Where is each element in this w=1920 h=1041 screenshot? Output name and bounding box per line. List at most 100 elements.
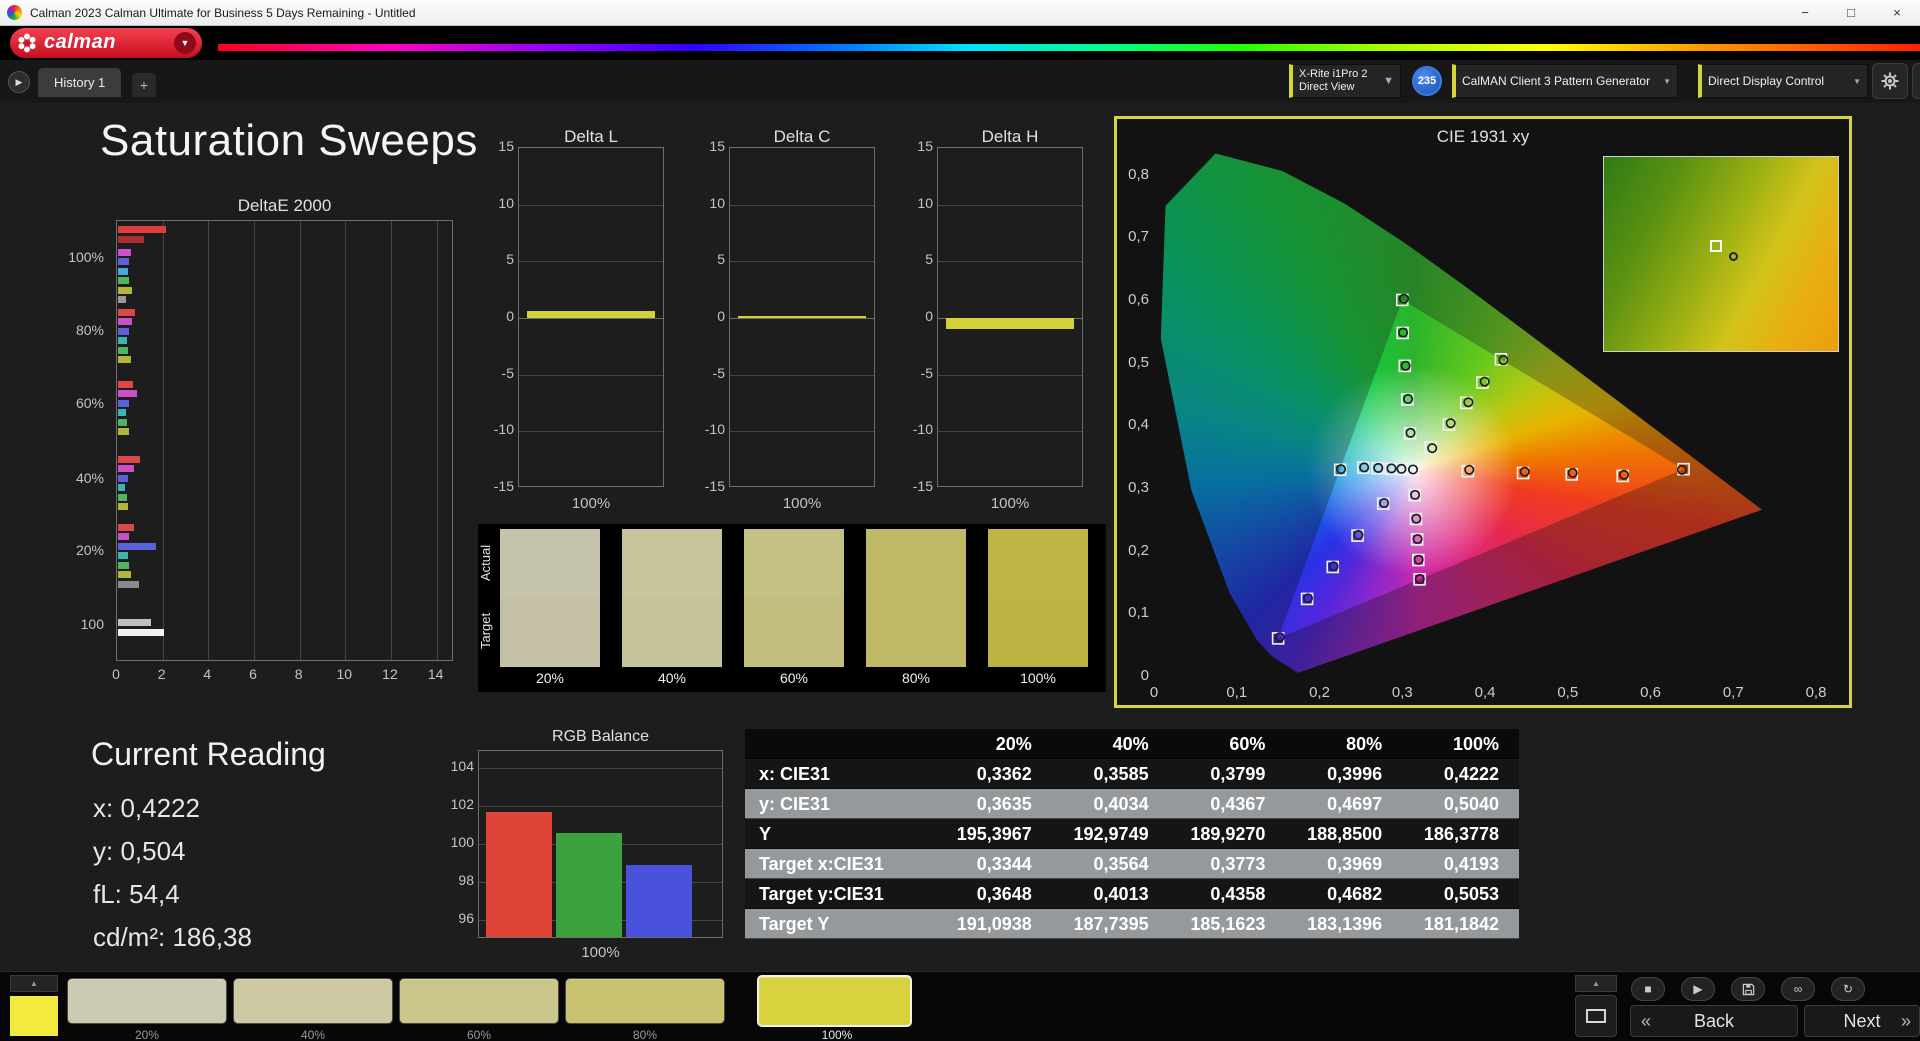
actual-swatch [744, 529, 844, 598]
y-tick-label: 0 [925, 308, 933, 324]
back-button[interactable]: « Back [1630, 1005, 1798, 1037]
table-cell: 185,1623 [1190, 914, 1266, 934]
delta-h-chart[interactable]: Delta H 15 10 5 0 -5 -10 -15 100% [895, 127, 1085, 527]
pattern-generator-dropdown[interactable]: CalMAN Client 3 Pattern Generator ▼ [1452, 64, 1678, 98]
deltae-bar [118, 619, 152, 626]
scroll-up-icon[interactable]: ▲ [10, 975, 58, 992]
pattern-thumb-40%[interactable] [233, 978, 393, 1024]
target-swatch [988, 598, 1088, 667]
deltae-bar [118, 428, 130, 435]
delta-l-chart[interactable]: Delta L 15 10 5 0 -5 -10 -15 100% [476, 127, 666, 527]
window-controls: − □ × [1782, 0, 1920, 25]
display-control-dropdown[interactable]: Direct Display Control ▼ [1698, 64, 1868, 98]
swatch-label: 60% [779, 670, 809, 686]
actual-swatch [866, 529, 966, 598]
deltae-bar [118, 318, 132, 325]
table-cell: 0,3585 [1093, 764, 1149, 784]
gridline [390, 221, 392, 660]
target-swatch [500, 598, 600, 667]
actual-swatch [622, 529, 722, 598]
chevron-down-icon[interactable]: ▼ [174, 32, 196, 54]
deltae-bar [118, 258, 130, 265]
inset-target-marker [1710, 240, 1723, 253]
maximize-button[interactable]: □ [1828, 0, 1874, 25]
minimize-button[interactable]: − [1782, 0, 1828, 25]
x-tick-label: 0,4 [1474, 684, 1496, 701]
measurement-table: 20% 40% 60% 80% 100% x: CIE31 0,3362 0,3585 0,37… [745, 729, 1519, 939]
pattern-thumb-60%[interactable] [399, 978, 559, 1024]
deltae-bar [118, 484, 125, 491]
save-button[interactable] [1731, 977, 1765, 1001]
refresh-button[interactable]: ↻ [1831, 977, 1865, 1001]
deltae-bar [118, 419, 128, 426]
target-row-label: Target [478, 612, 493, 650]
meter-selector-dropdown[interactable]: X-Rite i1Pro 2 Direct View ▼ [1289, 64, 1401, 98]
y-tick-label: 100 [80, 616, 104, 632]
pattern-thumb-100%[interactable] [757, 975, 912, 1027]
deltae-bar [118, 524, 134, 531]
partial-toolbar-button[interactable] [1912, 63, 1920, 99]
table-cell: 0,4697 [1327, 794, 1383, 814]
table-header-row: 20% 40% 60% 80% 100% [745, 729, 1519, 759]
close-button[interactable]: × [1874, 0, 1920, 25]
y-tick-label: 15 [498, 138, 514, 154]
deltae-bar [118, 571, 131, 578]
tab-history-1[interactable]: History 1 [38, 68, 122, 97]
add-tab-button[interactable]: + [132, 73, 156, 97]
chart-title: Delta C [773, 127, 831, 146]
gridline [519, 318, 663, 319]
settings-button[interactable] [1872, 63, 1908, 99]
y-tick-label: 0,8 [1128, 165, 1149, 183]
back-chevron-icon: « [1641, 1010, 1652, 1031]
link-button[interactable]: ∞ [1781, 977, 1815, 1001]
pattern-thumb-20%[interactable] [67, 978, 227, 1024]
deltae-bar [118, 356, 131, 363]
chart-frame [729, 147, 875, 487]
play-button[interactable]: ▶ [1681, 977, 1715, 1001]
deltae-bar [118, 287, 132, 294]
table-cell: 187,7395 [1073, 914, 1149, 934]
x-tick-label: 10 [336, 666, 353, 682]
meter-status-badge[interactable]: 235 [1412, 66, 1442, 96]
pattern-thumb-80%[interactable] [565, 978, 725, 1024]
chevron-down-icon: ▼ [1853, 76, 1861, 86]
table-row: Target Y 191,0938 187,7395 185,1623 183,1396… [745, 909, 1519, 939]
thumb-label: 40% [300, 1028, 326, 1041]
stop-button[interactable]: ■ [1631, 977, 1665, 1001]
deltae-bar [118, 456, 140, 463]
deltae-chart[interactable] [116, 220, 453, 661]
y-tick-label: 0,1 [1128, 604, 1149, 622]
gridline [938, 261, 1082, 263]
gridline [519, 374, 663, 376]
table-cell: 0,3362 [976, 764, 1032, 784]
table-cell: 0,5053 [1443, 884, 1499, 904]
deltae-bar [118, 296, 126, 303]
y-tick-label: 96 [458, 910, 474, 926]
deltae-bar [118, 562, 130, 569]
rgb-balance-chart[interactable]: RGB Balance 100% 104 102 100 98 96 [436, 728, 736, 973]
delta-c-chart[interactable]: Delta C 15 10 5 0 -5 -10 -15 100% [687, 127, 877, 527]
next-button[interactable]: Next » [1804, 1005, 1920, 1037]
table-row: Target x:CIE31 0,3344 0,3564 0,3773 0,3969 0,… [745, 849, 1519, 879]
deltae-y-axis: 100% 80% 60% 40% 20% 100 [46, 220, 110, 661]
y-tick-label: 0,5 [1128, 353, 1149, 371]
reading-x-value: x: 0,4222 [93, 793, 200, 823]
y-tick-label: 0,2 [1128, 541, 1149, 559]
history-nav-arrow-icon[interactable]: ▶ [8, 71, 30, 93]
table-cell: 188,8500 [1307, 824, 1383, 844]
page-title: Saturation Sweeps [100, 116, 478, 165]
y-tick-label: 98 [458, 872, 474, 888]
table-cell: 0,4358 [1210, 884, 1266, 904]
x-tick-label: 0,8 [1805, 684, 1827, 701]
y-tick-label: 104 [450, 758, 474, 774]
gridline [730, 431, 874, 433]
display-pattern-button[interactable] [1575, 995, 1617, 1037]
gridline [345, 221, 347, 660]
display-icon [1586, 1009, 1606, 1023]
deltae-bar [118, 309, 136, 316]
scroll-up-icon[interactable]: ▲ [1575, 975, 1617, 992]
calman-menu-button[interactable]: calman ▼ [10, 28, 202, 58]
cie-chart-panel[interactable]: CIE 1931 xy 0 0,1 0,2 0,3 0,4 0,5 0,6 0,7 0,8 0 0,… [1114, 116, 1852, 708]
gridline [730, 374, 874, 376]
swatch-comparison-panel[interactable]: Actual Target 20% 40% 60% 80% 100% [478, 524, 1106, 692]
